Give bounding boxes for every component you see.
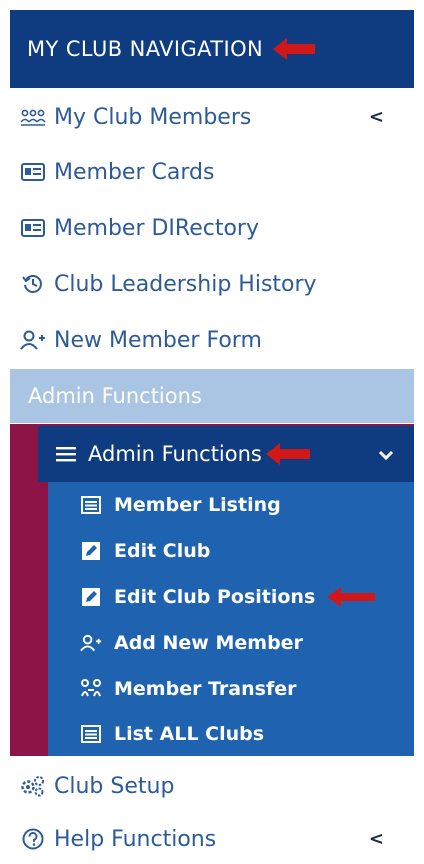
nav-header: MY CLUB NAVIGATION <box>10 10 414 88</box>
menu-item-member-cards[interactable]: Member Cards <box>10 144 414 200</box>
menu-item-label: Member Cards <box>54 159 215 185</box>
list-icon <box>80 723 102 745</box>
chevron-left-icon: < <box>368 106 384 128</box>
submenu-item-label: Edit Club Positions <box>114 586 316 608</box>
transfer-icon <box>80 678 102 700</box>
menu-item-club-setup[interactable]: Club Setup <box>10 760 414 812</box>
submenu-item-member-transfer[interactable]: Member Transfer <box>48 666 414 712</box>
edit-icon <box>80 586 102 608</box>
menu-item-label: Club Setup <box>54 773 175 799</box>
members-group-icon <box>20 105 46 129</box>
nav-header-title: MY CLUB NAVIGATION <box>27 37 264 61</box>
menu-item-label: Member DIRectory <box>54 215 259 241</box>
menu-item-club-leadership-history[interactable]: Club Leadership History <box>10 256 414 312</box>
admin-submenu-title: Admin Functions <box>88 442 262 466</box>
chevron-down-icon <box>378 442 394 466</box>
submenu-item-label: List ALL Clubs <box>114 723 265 745</box>
user-add-icon <box>20 328 46 352</box>
gears-icon <box>20 774 46 798</box>
submenu-item-list-all-clubs[interactable]: List ALL Clubs <box>48 712 414 756</box>
menu-item-my-club-members[interactable]: My Club Members < <box>10 90 414 144</box>
menu-item-label: My Club Members <box>54 104 252 130</box>
submenu-item-label: Add New Member <box>114 632 303 654</box>
menu-item-new-member-form[interactable]: New Member Form <box>10 312 414 368</box>
submenu-item-add-new-member[interactable]: Add New Member <box>48 620 414 666</box>
club-navigation-panel: MY CLUB NAVIGATION My Club Members < Mem… <box>0 0 424 864</box>
red-arrow-annotation-icon <box>265 443 310 465</box>
hamburger-icon <box>56 446 76 462</box>
menu-item-label: Club Leadership History <box>54 271 317 297</box>
menu-item-label: Help Functions <box>54 826 217 852</box>
help-icon <box>20 827 46 851</box>
chevron-left-icon: < <box>368 828 384 850</box>
list-icon <box>80 494 102 516</box>
history-icon <box>20 272 46 296</box>
admin-functions-section-header[interactable]: Admin Functions <box>10 369 414 423</box>
submenu-item-edit-club-positions[interactable]: Edit Club Positions <box>48 574 414 620</box>
menu-item-help-functions[interactable]: Help Functions < <box>10 814 414 864</box>
submenu-item-member-listing[interactable]: Member Listing <box>48 482 414 528</box>
submenu-item-label: Edit Club <box>114 540 211 562</box>
submenu-item-label: Member Listing <box>114 494 281 516</box>
id-card-icon <box>20 216 46 240</box>
id-card-icon <box>20 160 46 184</box>
edit-icon <box>80 540 102 562</box>
submenu-item-label: Member Transfer <box>114 678 297 700</box>
submenu-item-edit-club[interactable]: Edit Club <box>48 528 414 574</box>
red-arrow-annotation-icon <box>327 587 376 607</box>
admin-submenu-toggle[interactable]: Admin Functions <box>38 426 414 482</box>
menu-item-label: New Member Form <box>54 327 262 353</box>
admin-section-label: Admin Functions <box>28 384 202 408</box>
red-arrow-annotation-icon <box>273 38 316 60</box>
user-add-icon <box>80 632 102 654</box>
menu-item-member-directory[interactable]: Member DIRectory <box>10 200 414 256</box>
